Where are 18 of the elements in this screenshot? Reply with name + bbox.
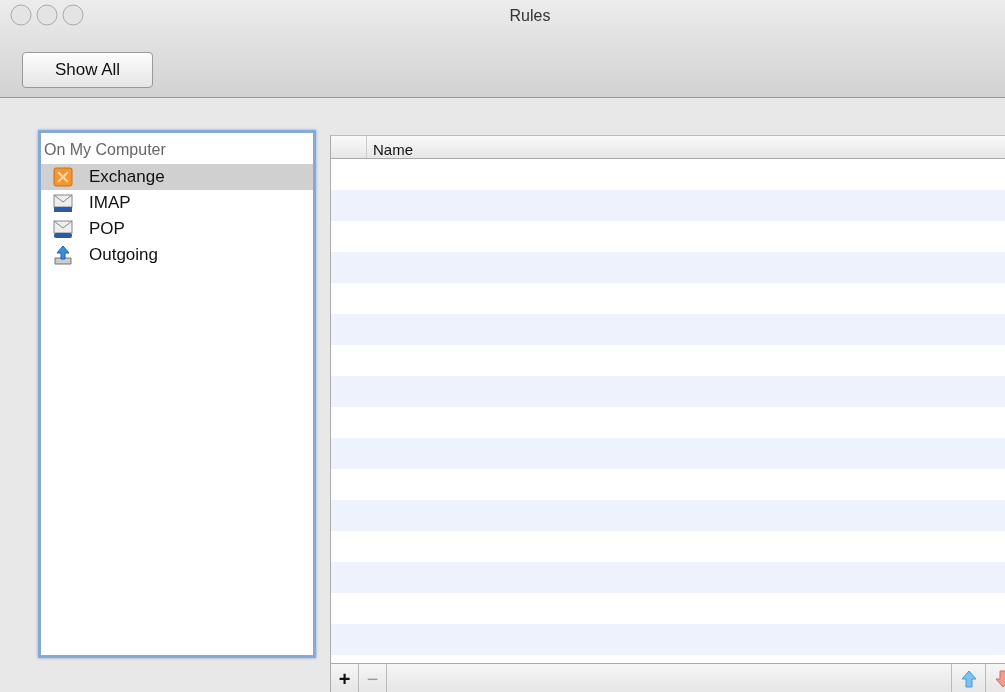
exchange-icon <box>53 167 73 187</box>
window-control-icon[interactable] <box>10 4 32 26</box>
window-title: Rules <box>509 7 551 24</box>
envelope-icon <box>53 193 73 213</box>
window-control-icon[interactable] <box>62 4 84 26</box>
show-all-button[interactable]: Show All <box>22 52 153 88</box>
add-button[interactable]: + <box>331 664 359 692</box>
up-arrow-icon[interactable] <box>960 670 977 688</box>
account-item[interactable]: Exchange <box>41 164 313 190</box>
window-control-icon[interactable] <box>36 4 58 26</box>
column-header[interactable]: Name <box>367 136 419 158</box>
outbox-icon <box>53 245 73 265</box>
down-arrow-icon[interactable] <box>995 670 1005 688</box>
section-header: On My Computer <box>43 140 167 160</box>
envelope-icon <box>53 219 73 239</box>
account-item[interactable]: Outgoing <box>41 242 313 268</box>
account-item[interactable]: POP <box>41 216 313 242</box>
account-item[interactable]: IMAP <box>41 190 313 216</box>
